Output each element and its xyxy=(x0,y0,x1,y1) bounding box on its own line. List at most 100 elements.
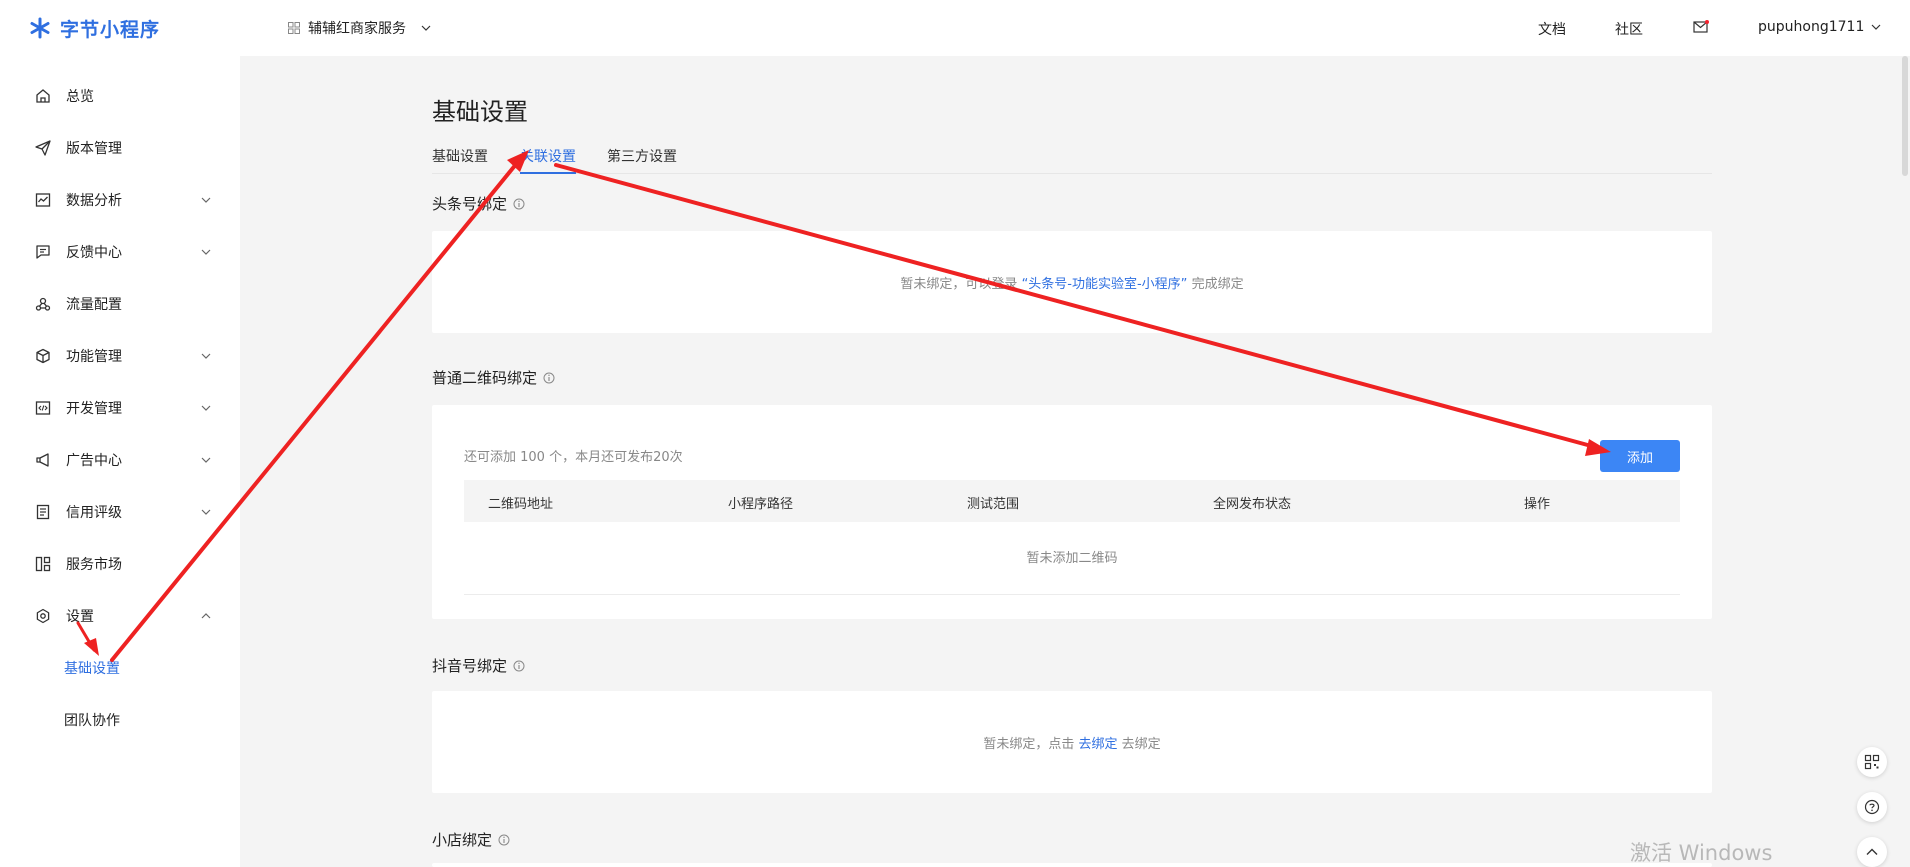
docs-link[interactable]: 文档 xyxy=(1538,19,1566,39)
chevron-up-icon xyxy=(1866,848,1878,855)
chevron-down-icon xyxy=(201,457,211,463)
douyin-section-title: 抖音号绑定 xyxy=(432,655,525,676)
sidebar-nav: 总览 版本管理 数据分析 反馈中心 流量配置 功能管理 开发管理 广告中心 信用… xyxy=(0,70,240,746)
chevron-down-icon xyxy=(201,405,211,411)
column-header: 操作 xyxy=(1524,497,1551,512)
sidebar-item-label: 数据分析 xyxy=(66,193,122,209)
scrollbar-track[interactable] xyxy=(1898,56,1910,867)
sidebar-item-label: 服务市场 xyxy=(66,557,122,573)
sidebar-item-feedback[interactable]: 反馈中心 xyxy=(0,226,240,278)
sidebar-item-traffic[interactable]: 流量配置 xyxy=(0,278,240,330)
shop-card xyxy=(432,863,1712,867)
toutiao-card: 暂未绑定，可以登录 “头条号-功能实验室-小程序” 完成绑定 xyxy=(432,231,1712,333)
qrcode-float-button[interactable] xyxy=(1857,747,1887,777)
chevron-down-icon xyxy=(201,353,211,359)
sidebar-item-label: 开发管理 xyxy=(66,401,122,417)
qrcode-icon xyxy=(1864,754,1880,770)
home-icon xyxy=(34,87,52,105)
sidebar-item-ads[interactable]: 广告中心 xyxy=(0,434,240,486)
info-icon[interactable] xyxy=(543,372,555,384)
sidebar-subitem-basic-settings[interactable]: 基础设置 xyxy=(0,642,240,694)
merchant-name: 辅辅红商家服务 xyxy=(308,21,406,37)
column-header: 二维码地址 xyxy=(488,497,554,512)
community-link[interactable]: 社区 xyxy=(1615,19,1643,39)
logo-text: 字节小程序 xyxy=(60,18,161,41)
tab-third-party[interactable]: 第三方设置 xyxy=(607,146,677,174)
chart-icon xyxy=(34,191,52,209)
settings-icon xyxy=(34,607,52,625)
sidebar-item-credit[interactable]: 信用评级 xyxy=(0,486,240,538)
section-title-text: 小店绑定 xyxy=(432,831,493,849)
top-bar: 辅辅红商家服务 xyxy=(240,0,1910,56)
sidebar-item-label: 总览 xyxy=(66,89,94,105)
chevron-down-icon xyxy=(201,509,211,515)
merchant-selector[interactable]: 辅辅红商家服务 xyxy=(288,16,432,40)
sidebar: 字节小程序 总览 版本管理 数据分析 反馈中心 流量配置 功能管理 开发管理 广… xyxy=(0,0,240,867)
sidebar-item-settings[interactable]: 设置 xyxy=(0,590,240,642)
app-grid-icon xyxy=(288,22,300,34)
sidebar-item-market[interactable]: 服务市场 xyxy=(0,538,240,590)
info-icon[interactable] xyxy=(513,660,525,672)
toutiao-status-suffix: 完成绑定 xyxy=(1191,277,1244,292)
tab-linked[interactable]: 关联设置 xyxy=(520,146,576,174)
app-logo[interactable]: 字节小程序 xyxy=(28,16,161,41)
chevron-down-icon xyxy=(421,25,431,31)
chevron-up-icon xyxy=(201,613,211,619)
sidebar-item-label: 广告中心 xyxy=(66,453,122,469)
douyin-status-suffix: 去绑定 xyxy=(1121,737,1161,752)
toutiao-section-title: 头条号绑定 xyxy=(432,193,525,214)
document-icon xyxy=(34,503,52,521)
question-icon xyxy=(1864,799,1880,815)
windows-activation-watermark: 激活 Windows xyxy=(1630,841,1773,865)
sidebar-subitem-team[interactable]: 团队协作 xyxy=(0,694,240,746)
tab-basic[interactable]: 基础设置 xyxy=(432,146,488,174)
sidebar-item-development[interactable]: 开发管理 xyxy=(0,382,240,434)
douyin-status-text: 暂未绑定，点击 xyxy=(983,737,1075,752)
megaphone-icon xyxy=(34,451,52,469)
info-icon[interactable] xyxy=(498,834,510,846)
toutiao-lab-link[interactable]: “头条号-功能实验室-小程序” xyxy=(1022,277,1188,292)
qrcode-table-empty: 暂未添加二维码 xyxy=(464,522,1680,595)
sidebar-item-label: 设置 xyxy=(66,609,94,625)
column-header: 全网发布状态 xyxy=(1213,497,1292,512)
scrollbar-thumb[interactable] xyxy=(1902,56,1908,176)
douyin-bind-link[interactable]: 去绑定 xyxy=(1078,737,1117,752)
tab-active-indicator xyxy=(520,172,576,174)
shop-section-title: 小店绑定 xyxy=(432,829,510,850)
info-icon[interactable] xyxy=(513,198,525,210)
qrcode-table-header: 二维码地址 小程序路径 测试范围 全网发布状态 操作 xyxy=(464,480,1680,522)
sidebar-item-label: 反馈中心 xyxy=(66,245,122,261)
traffic-icon xyxy=(34,295,52,313)
section-title-text: 抖音号绑定 xyxy=(432,657,508,675)
column-header: 小程序路径 xyxy=(728,497,794,512)
sidebar-item-overview[interactable]: 总览 xyxy=(0,70,240,122)
code-icon xyxy=(34,399,52,417)
grid-icon xyxy=(34,555,52,573)
message-icon xyxy=(34,243,52,261)
column-header: 测试范围 xyxy=(967,497,1020,512)
user-menu[interactable]: pupuhong1711 xyxy=(1758,19,1882,35)
back-to-top-button[interactable] xyxy=(1857,837,1887,867)
toutiao-status: 暂未绑定，可以登录 “头条号-功能实验室-小程序” 完成绑定 xyxy=(432,273,1712,292)
cube-icon xyxy=(34,347,52,365)
sidebar-item-versions[interactable]: 版本管理 xyxy=(0,122,240,174)
toutiao-status-text: 暂未绑定，可以登录 xyxy=(900,277,1018,292)
qrcode-quota: 还可添加 100 个，本月还可发布20次 xyxy=(464,450,683,465)
section-title-text: 普通二维码绑定 xyxy=(432,369,538,387)
chevron-down-icon xyxy=(201,197,211,203)
logo-icon xyxy=(30,17,50,39)
page-title: 基础设置 xyxy=(432,98,528,126)
qrcode-card: 还可添加 100 个，本月还可发布20次 添加 二维码地址 小程序路径 测试范围… xyxy=(432,405,1712,619)
sidebar-item-analytics[interactable]: 数据分析 xyxy=(0,174,240,226)
douyin-card: 暂未绑定，点击 去绑定 去绑定 xyxy=(432,691,1712,793)
mail-icon[interactable] xyxy=(1693,20,1709,38)
help-float-button[interactable] xyxy=(1857,792,1887,822)
douyin-status: 暂未绑定，点击 去绑定 去绑定 xyxy=(432,733,1712,752)
chevron-down-icon xyxy=(201,249,211,255)
chevron-down-icon xyxy=(1871,24,1881,30)
sidebar-item-label: 信用评级 xyxy=(66,505,122,521)
sidebar-item-label: 版本管理 xyxy=(66,141,122,157)
add-qrcode-button[interactable]: 添加 xyxy=(1600,440,1680,472)
sidebar-item-features[interactable]: 功能管理 xyxy=(0,330,240,382)
qrcode-section-title: 普通二维码绑定 xyxy=(432,367,555,388)
